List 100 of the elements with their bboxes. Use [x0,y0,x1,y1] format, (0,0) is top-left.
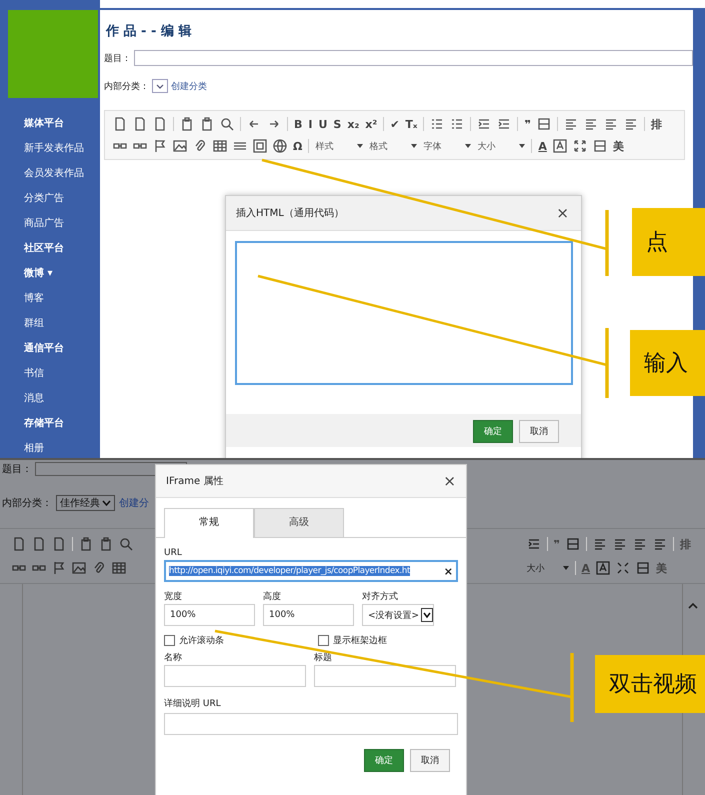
code-textarea[interactable] [235,241,573,385]
document-icon[interactable] [12,537,26,551]
document-icon[interactable] [153,117,167,131]
align-icon[interactable] [564,117,578,131]
category-select[interactable]: 佳作经典 [56,495,115,511]
clipboard-icon[interactable] [180,117,194,131]
align-select[interactable]: <没有设置> [362,604,434,626]
document-icon[interactable] [133,117,147,131]
toolbar-button[interactable]: 美 [612,138,624,154]
toolbar-button[interactable]: Tₓ [405,118,418,130]
search-icon[interactable] [220,117,234,131]
width-input[interactable]: 100% [164,604,255,626]
dialog-tab[interactable]: 常规 [164,508,254,538]
clipboard-icon[interactable] [79,537,93,551]
paperclip-icon[interactable] [92,561,106,575]
expand-icon[interactable] [572,139,587,153]
dialog-button[interactable]: 确定 [473,420,513,443]
flag-icon[interactable] [153,139,167,153]
align-icon[interactable] [653,537,667,551]
toolbar-button[interactable]: ✔ [390,118,400,130]
align-icon[interactable] [624,117,638,131]
sidebar-item[interactable]: 会员发表作品 [24,164,100,183]
sidebar-item[interactable]: 微博 ▾ [24,264,100,283]
image-icon[interactable] [72,561,86,575]
toolbar-dropdown[interactable]: 格式 [369,140,418,152]
align-icon[interactable] [633,537,647,551]
indent-icon[interactable] [477,117,492,131]
background-color-icon[interactable] [596,561,610,575]
frame-icon[interactable] [253,139,267,153]
url-input[interactable]: http://open.iqiyi.com/developer/player_js/coopPlayerIndex.ht × [164,560,458,582]
checkbox[interactable] [318,635,329,646]
toolbar-button[interactable]: ❞ [524,118,531,130]
align-icon[interactable] [593,537,607,551]
sidebar-item[interactable]: 博客 [24,289,100,308]
table-icon[interactable] [213,139,227,153]
background-color-icon[interactable] [552,139,567,153]
toolbar-button[interactable]: x² [365,118,378,130]
title-input[interactable] [134,50,693,66]
toolbar-dropdown[interactable]: 样式 [315,140,364,152]
expand-icon[interactable] [616,561,630,575]
toolbar-dropdown[interactable]: 大小 [526,562,569,574]
toolbar-button[interactable]: U [318,118,328,130]
field-label: 标题 [314,652,333,665]
height-input[interactable]: 100% [263,604,354,626]
blocks-icon[interactable] [592,139,607,153]
clipboard-icon[interactable] [99,537,113,551]
toolbar-dropdown[interactable]: 字体 [423,140,472,152]
sidebar-item[interactable]: 书信 [24,364,100,383]
blocks-icon[interactable] [636,561,650,575]
clipboard-icon[interactable] [200,117,214,131]
description-url-input[interactable] [164,713,458,735]
table-icon[interactable] [112,561,126,575]
sidebar-item[interactable]: 社区平台 [24,239,100,258]
sidebar-item[interactable]: 商品广告 [24,214,100,233]
sidebar-item[interactable]: 群组 [24,314,100,333]
text-color-button[interactable]: A [538,140,547,152]
clear-button[interactable]: × [444,564,453,578]
document-icon[interactable] [52,537,66,551]
flag-icon[interactable] [52,561,66,575]
dialog-button[interactable]: 确定 [364,749,404,772]
toolbar-button[interactable]: x₂ [347,118,360,130]
list-icon[interactable] [450,117,464,131]
category-select[interactable] [152,79,168,93]
sidebar-item[interactable]: 通信平台 [24,339,100,358]
toolbar-button[interactable]: B [294,118,302,130]
toolbar-button[interactable]: S [333,118,342,130]
dialog-button[interactable]: 取消 [410,749,450,772]
sidebar-item[interactable]: 消息 [24,389,100,408]
indent-icon[interactable] [497,117,512,131]
sidebar-item[interactable]: 媒体平台 [24,114,100,133]
toolbar-button[interactable]: 排 [650,116,662,132]
create-category-link[interactable]: 创建分类 [171,80,207,92]
scroll-up-icon[interactable] [688,602,698,609]
dialog-button[interactable]: 取消 [519,420,559,443]
image-icon[interactable] [173,139,187,153]
sidebar-item[interactable]: 存储平台 [24,414,100,433]
checkbox[interactable] [164,635,175,646]
sidebar-item[interactable]: 分类广告 [24,189,100,208]
blocks-icon[interactable] [566,537,580,551]
sidebar-item[interactable]: 新手发表作品 [24,139,100,158]
toolbar-button[interactable]: Ω [293,140,302,152]
align-icon[interactable] [584,117,598,131]
document-icon[interactable] [32,537,46,551]
close-button[interactable]: × [556,204,569,222]
align-icon[interactable] [613,537,627,551]
align-icon[interactable] [604,117,618,131]
paperclip-icon[interactable] [193,139,207,153]
sidebar-item[interactable]: 相册 [24,439,100,458]
toolbar-dropdown[interactable]: 大小 [477,140,526,152]
dialog-tab[interactable]: 高级 [254,508,344,537]
blocks-icon[interactable] [536,117,551,131]
name-input[interactable] [164,665,306,687]
caption-input[interactable] [314,665,456,687]
list-icon[interactable] [430,117,444,131]
globe-icon[interactable] [273,139,287,153]
indent-icon[interactable] [526,537,541,551]
document-icon[interactable] [113,117,127,131]
close-button[interactable]: × [443,472,456,490]
search-icon[interactable] [119,537,133,551]
toolbar-button[interactable]: I [308,118,312,130]
